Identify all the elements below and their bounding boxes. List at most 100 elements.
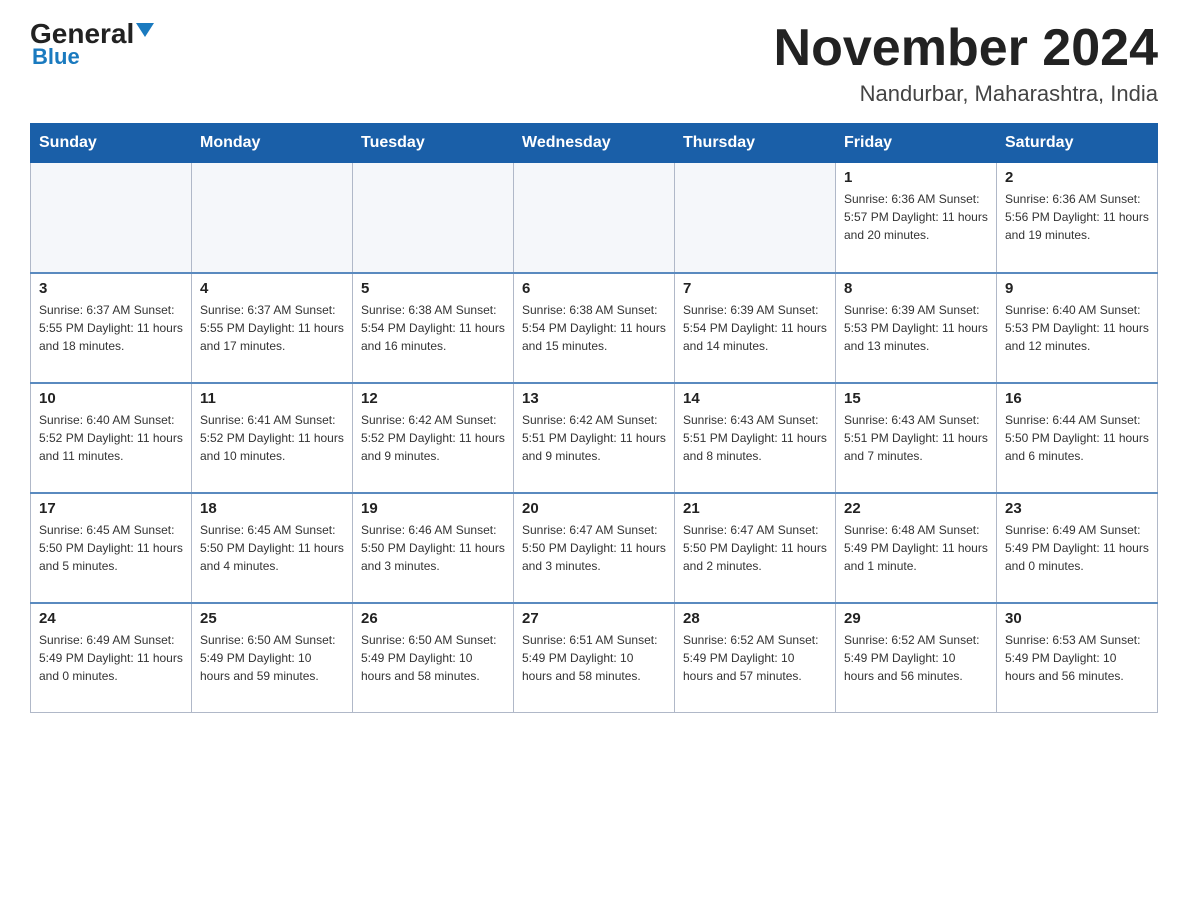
calendar-week-row-1: 1 Sunrise: 6:36 AM Sunset: 5:57 PM Daylig… xyxy=(31,163,1158,273)
day-info: Sunrise: 6:38 AM Sunset: 5:54 PM Dayligh… xyxy=(522,301,666,355)
day-info: Sunrise: 6:36 AM Sunset: 5:56 PM Dayligh… xyxy=(1005,190,1149,244)
day-info: Sunrise: 6:37 AM Sunset: 5:55 PM Dayligh… xyxy=(200,301,344,355)
calendar-cell: 29 Sunrise: 6:52 AM Sunset: 5:49 PM Dayli… xyxy=(836,603,997,713)
calendar-cell: 3 Sunrise: 6:37 AM Sunset: 5:55 PM Daylig… xyxy=(31,273,192,383)
day-info: Sunrise: 6:40 AM Sunset: 5:52 PM Dayligh… xyxy=(39,411,183,465)
calendar-header-tuesday: Tuesday xyxy=(353,124,514,163)
day-info: Sunrise: 6:51 AM Sunset: 5:49 PM Dayligh… xyxy=(522,631,666,685)
calendar-cell: 24 Sunrise: 6:49 AM Sunset: 5:49 PM Dayli… xyxy=(31,603,192,713)
calendar-cell: 2 Sunrise: 6:36 AM Sunset: 5:56 PM Daylig… xyxy=(997,163,1158,273)
calendar-header-saturday: Saturday xyxy=(997,124,1158,163)
calendar-cell: 14 Sunrise: 6:43 AM Sunset: 5:51 PM Dayli… xyxy=(675,383,836,493)
calendar-cell: 8 Sunrise: 6:39 AM Sunset: 5:53 PM Daylig… xyxy=(836,273,997,383)
day-number: 22 xyxy=(844,500,988,517)
calendar-cell: 1 Sunrise: 6:36 AM Sunset: 5:57 PM Daylig… xyxy=(836,163,997,273)
calendar-cell: 28 Sunrise: 6:52 AM Sunset: 5:49 PM Dayli… xyxy=(675,603,836,713)
calendar-cell: 7 Sunrise: 6:39 AM Sunset: 5:54 PM Daylig… xyxy=(675,273,836,383)
day-number: 24 xyxy=(39,610,183,627)
day-number: 10 xyxy=(39,390,183,407)
calendar-week-row-2: 3 Sunrise: 6:37 AM Sunset: 5:55 PM Daylig… xyxy=(31,273,1158,383)
day-number: 19 xyxy=(361,500,505,517)
day-info: Sunrise: 6:37 AM Sunset: 5:55 PM Dayligh… xyxy=(39,301,183,355)
day-number: 16 xyxy=(1005,390,1149,407)
day-number: 23 xyxy=(1005,500,1149,517)
day-number: 7 xyxy=(683,280,827,297)
calendar-cell: 26 Sunrise: 6:50 AM Sunset: 5:49 PM Dayli… xyxy=(353,603,514,713)
day-info: Sunrise: 6:43 AM Sunset: 5:51 PM Dayligh… xyxy=(844,411,988,465)
calendar-cell: 19 Sunrise: 6:46 AM Sunset: 5:50 PM Dayli… xyxy=(353,493,514,603)
day-info: Sunrise: 6:42 AM Sunset: 5:52 PM Dayligh… xyxy=(361,411,505,465)
day-info: Sunrise: 6:38 AM Sunset: 5:54 PM Dayligh… xyxy=(361,301,505,355)
day-number: 3 xyxy=(39,280,183,297)
day-info: Sunrise: 6:46 AM Sunset: 5:50 PM Dayligh… xyxy=(361,521,505,575)
day-info: Sunrise: 6:44 AM Sunset: 5:50 PM Dayligh… xyxy=(1005,411,1149,465)
day-number: 8 xyxy=(844,280,988,297)
calendar-cell: 18 Sunrise: 6:45 AM Sunset: 5:50 PM Dayli… xyxy=(192,493,353,603)
day-number: 30 xyxy=(1005,610,1149,627)
day-info: Sunrise: 6:45 AM Sunset: 5:50 PM Dayligh… xyxy=(200,521,344,575)
day-number: 27 xyxy=(522,610,666,627)
day-info: Sunrise: 6:42 AM Sunset: 5:51 PM Dayligh… xyxy=(522,411,666,465)
calendar-cell: 22 Sunrise: 6:48 AM Sunset: 5:49 PM Dayli… xyxy=(836,493,997,603)
logo-triangle-icon xyxy=(134,21,156,39)
calendar-table: SundayMondayTuesdayWednesdayThursdayFrid… xyxy=(30,123,1158,713)
day-info: Sunrise: 6:39 AM Sunset: 5:53 PM Dayligh… xyxy=(844,301,988,355)
calendar-cell: 10 Sunrise: 6:40 AM Sunset: 5:52 PM Dayli… xyxy=(31,383,192,493)
calendar-cell: 21 Sunrise: 6:47 AM Sunset: 5:50 PM Dayli… xyxy=(675,493,836,603)
calendar-cell: 17Sunrise: 6:45 AM Sunset: 5:50 PM Dayli… xyxy=(31,493,192,603)
day-number: 14 xyxy=(683,390,827,407)
day-info: Sunrise: 6:53 AM Sunset: 5:49 PM Dayligh… xyxy=(1005,631,1149,685)
day-info: Sunrise: 6:52 AM Sunset: 5:49 PM Dayligh… xyxy=(844,631,988,685)
day-info: Sunrise: 6:49 AM Sunset: 5:49 PM Dayligh… xyxy=(1005,521,1149,575)
day-info: Sunrise: 6:41 AM Sunset: 5:52 PM Dayligh… xyxy=(200,411,344,465)
day-info: Sunrise: 6:50 AM Sunset: 5:49 PM Dayligh… xyxy=(361,631,505,685)
day-info: Sunrise: 6:52 AM Sunset: 5:49 PM Dayligh… xyxy=(683,631,827,685)
calendar-week-row-4: 17Sunrise: 6:45 AM Sunset: 5:50 PM Dayli… xyxy=(31,493,1158,603)
day-info: Sunrise: 6:43 AM Sunset: 5:51 PM Dayligh… xyxy=(683,411,827,465)
calendar-cell: 30 Sunrise: 6:53 AM Sunset: 5:49 PM Dayli… xyxy=(997,603,1158,713)
calendar-week-row-5: 24 Sunrise: 6:49 AM Sunset: 5:49 PM Dayli… xyxy=(31,603,1158,713)
calendar-header-friday: Friday xyxy=(836,124,997,163)
day-number: 25 xyxy=(200,610,344,627)
calendar-header-monday: Monday xyxy=(192,124,353,163)
day-number: 28 xyxy=(683,610,827,627)
month-year-title: November 2024 xyxy=(774,20,1158,77)
day-number: 11 xyxy=(200,390,344,407)
calendar-cell: 12Sunrise: 6:42 AM Sunset: 5:52 PM Dayli… xyxy=(353,383,514,493)
day-number: 1 xyxy=(844,169,988,186)
calendar-cell: 25 Sunrise: 6:50 AM Sunset: 5:49 PM Dayli… xyxy=(192,603,353,713)
day-number: 21 xyxy=(683,500,827,517)
day-number: 29 xyxy=(844,610,988,627)
calendar-cell: 27 Sunrise: 6:51 AM Sunset: 5:49 PM Dayli… xyxy=(514,603,675,713)
day-info: Sunrise: 6:49 AM Sunset: 5:49 PM Dayligh… xyxy=(39,631,183,685)
day-number: 2 xyxy=(1005,169,1149,186)
day-info: Sunrise: 6:40 AM Sunset: 5:53 PM Dayligh… xyxy=(1005,301,1149,355)
day-number: 13 xyxy=(522,390,666,407)
calendar-header-thursday: Thursday xyxy=(675,124,836,163)
calendar-title-area: November 2024 Nandurbar, Maharashtra, In… xyxy=(774,20,1158,107)
logo-blue-text: Blue xyxy=(32,44,80,70)
day-number: 15 xyxy=(844,390,988,407)
day-number: 6 xyxy=(522,280,666,297)
day-number: 26 xyxy=(361,610,505,627)
day-info: Sunrise: 6:47 AM Sunset: 5:50 PM Dayligh… xyxy=(683,521,827,575)
location-subtitle: Nandurbar, Maharashtra, India xyxy=(774,81,1158,107)
calendar-cell: 13 Sunrise: 6:42 AM Sunset: 5:51 PM Dayli… xyxy=(514,383,675,493)
day-number: 5 xyxy=(361,280,505,297)
calendar-cell: 16 Sunrise: 6:44 AM Sunset: 5:50 PM Dayli… xyxy=(997,383,1158,493)
day-number: 20 xyxy=(522,500,666,517)
calendar-header-wednesday: Wednesday xyxy=(514,124,675,163)
calendar-cell: 5 Sunrise: 6:38 AM Sunset: 5:54 PM Daylig… xyxy=(353,273,514,383)
calendar-header-sunday: Sunday xyxy=(31,124,192,163)
day-info: Sunrise: 6:36 AM Sunset: 5:57 PM Dayligh… xyxy=(844,190,988,244)
day-info: Sunrise: 6:50 AM Sunset: 5:49 PM Dayligh… xyxy=(200,631,344,685)
calendar-cell xyxy=(514,163,675,273)
day-info: Sunrise: 6:48 AM Sunset: 5:49 PM Dayligh… xyxy=(844,521,988,575)
calendar-cell: 20Sunrise: 6:47 AM Sunset: 5:50 PM Dayli… xyxy=(514,493,675,603)
day-number: 18 xyxy=(200,500,344,517)
day-info: Sunrise: 6:45 AM Sunset: 5:50 PM Dayligh… xyxy=(39,521,183,575)
calendar-cell: 23 Sunrise: 6:49 AM Sunset: 5:49 PM Dayli… xyxy=(997,493,1158,603)
calendar-cell: 6 Sunrise: 6:38 AM Sunset: 5:54 PM Daylig… xyxy=(514,273,675,383)
day-info: Sunrise: 6:39 AM Sunset: 5:54 PM Dayligh… xyxy=(683,301,827,355)
day-number: 4 xyxy=(200,280,344,297)
